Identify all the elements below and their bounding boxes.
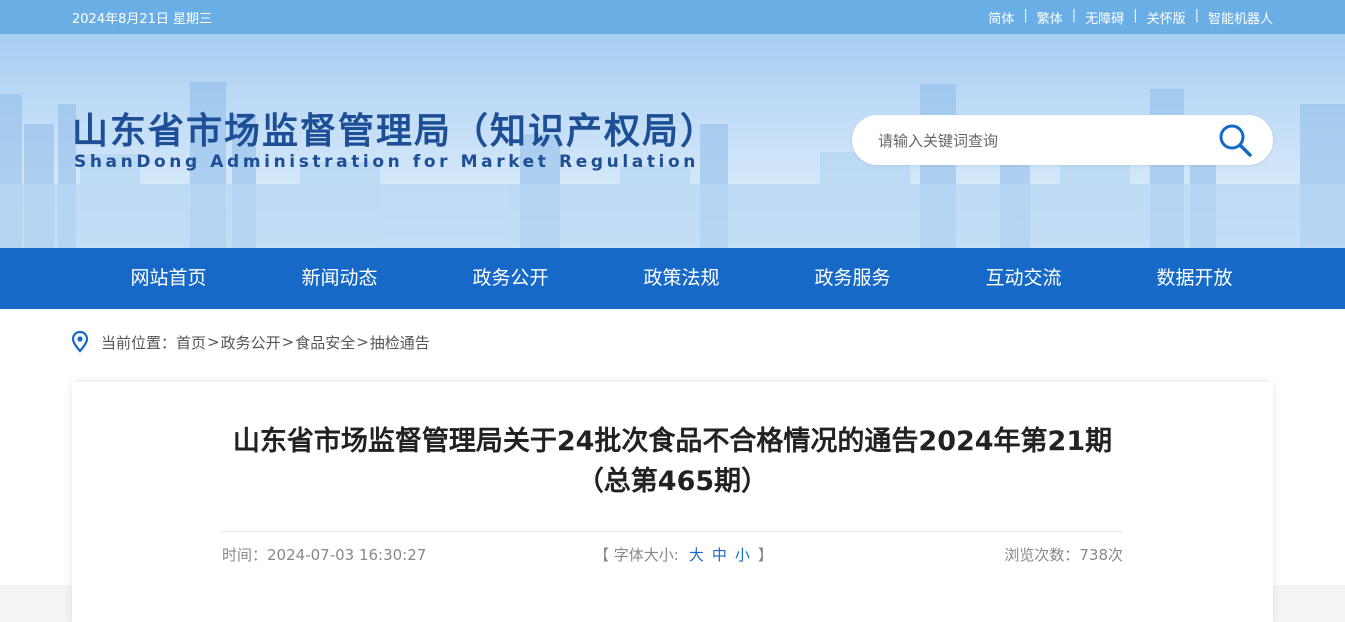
publish-time: 时间：2024-07-03 16:30:27 [222,544,426,565]
current-date: 2024年8月21日 星期三 [72,12,213,27]
search-button[interactable] [1217,122,1255,158]
search-box [852,115,1273,165]
separator: | [1023,8,1028,23]
location-pin-icon [72,331,88,353]
link-traditional[interactable]: 繁体 [1037,8,1063,27]
breadcrumb-arrow: > [207,333,220,351]
font-size-large[interactable]: 大 [689,544,704,565]
search-input[interactable] [876,128,1200,154]
breadcrumb-label: 当前位置： [101,333,177,352]
font-size-bracket: 】 [757,546,773,564]
nav-item-news[interactable]: 新闻动态 [254,248,425,309]
breadcrumb: 当前位置： 首页 > 政务公开 > 食品安全 > 抽检通告 [72,331,430,353]
link-simplified[interactable]: 简体 [988,8,1014,27]
nav-item-government-affairs[interactable]: 政务公开 [425,248,596,309]
header-banner: 山东省市场监督管理局（知识产权局） ShanDong Administratio… [0,34,1345,248]
nav-item-policies[interactable]: 政策法规 [596,248,767,309]
article-title: 山东省市场监督管理局关于24批次食品不合格情况的通告2024年第21期（总第46… [232,426,1113,497]
nav-item-interaction[interactable]: 互动交流 [938,248,1109,309]
nav-item-services[interactable]: 政务服务 [767,248,938,309]
site-subtitle-english: ShanDong Administration for Market Regul… [74,152,699,172]
top-links: 简体 | 繁体 | 无障碍 | 关怀版 | 智能机器人 [988,8,1273,27]
article-meta: 时间：2024-07-03 16:30:27 【 字体大小: 大 中 小 】 浏… [222,544,1123,568]
link-accessibility[interactable]: 无障碍 [1085,8,1124,27]
font-size-small[interactable]: 小 [735,544,750,565]
link-smart-robot[interactable]: 智能机器人 [1208,8,1273,27]
separator: | [1133,8,1138,23]
font-size-control: 【 字体大小: 大 中 小 】 [594,544,773,565]
separator: | [1194,8,1199,23]
divider [222,531,1123,532]
font-size-medium[interactable]: 中 [712,544,727,565]
main-navigation: 网站首页 新闻动态 政务公开 政策法规 政务服务 互动交流 数据开放 [0,248,1345,309]
view-count-label: 浏览次数： [1004,546,1080,564]
breadcrumb-arrow: > [281,333,295,351]
nav-item-home[interactable]: 网站首页 [83,248,254,309]
separator: | [1071,8,1077,23]
breadcrumb-home[interactable]: 首页 [176,332,206,353]
search-icon [1219,124,1252,157]
breadcrumb-food-safety[interactable]: 食品安全 [295,332,355,353]
site-title: 山东省市场监督管理局（知识产权局） [72,111,719,152]
font-size-label: 【 字体大小: [594,546,679,564]
main-content: 当前位置： 首页 > 政务公开 > 食品安全 > 抽检通告 山东省市场监督管理局… [0,309,1345,622]
view-count-value: 738次 [1079,546,1123,564]
breadcrumb-arrow: > [356,333,369,351]
breadcrumb-inspection-notices[interactable]: 抽检通告 [370,332,430,353]
view-count: 浏览次数：738次 [1004,544,1123,565]
breadcrumb-government-affairs[interactable]: 政务公开 [221,332,281,353]
top-bar: 2024年8月21日 星期三 简体 | 繁体 | 无障碍 | 关怀版 | 智能机… [0,0,1345,34]
publish-time-label: 时间： [222,546,268,564]
link-elderly-mode[interactable]: 关怀版 [1147,8,1186,27]
article-card: 山东省市场监督管理局关于24批次食品不合格情况的通告2024年第21期（总第46… [72,382,1273,622]
nav-item-open-data[interactable]: 数据开放 [1109,248,1280,309]
publish-time-value: 2024-07-03 16:30:27 [267,546,427,564]
